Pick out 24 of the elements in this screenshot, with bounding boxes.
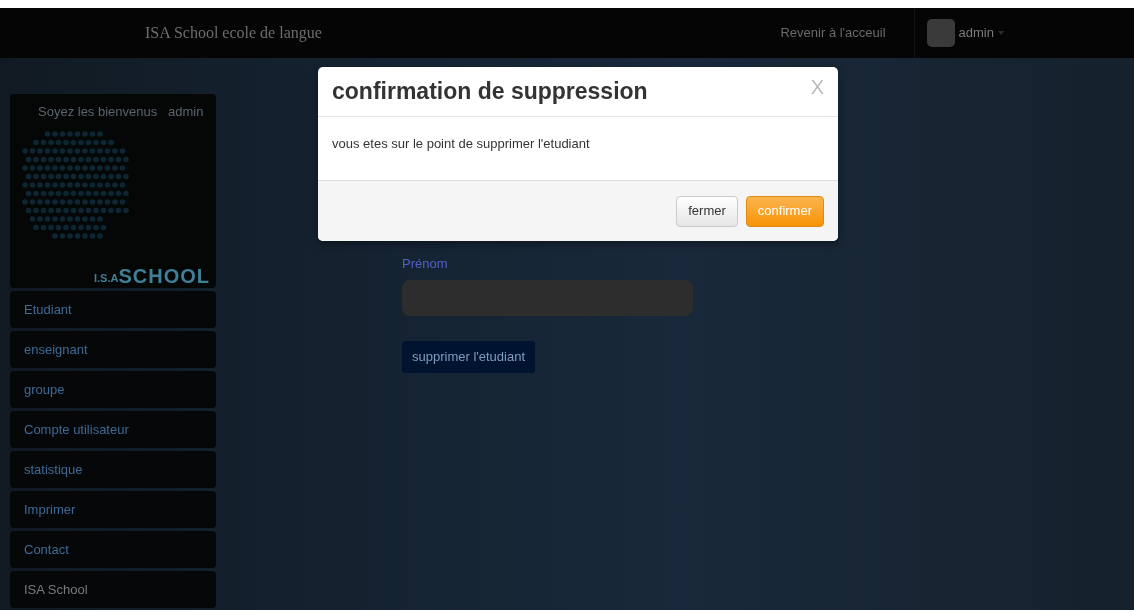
home-link[interactable]: Revenir à l'acceuil [780, 23, 886, 43]
close-button[interactable]: fermer [676, 195, 738, 227]
field-label: Prénom [402, 255, 448, 273]
sidebar-item[interactable]: enseignant [10, 331, 216, 368]
logo-text: SCHOOL [118, 266, 210, 286]
modal-message: vous etes sur le point de supprimer l'etudiant [332, 136, 590, 151]
user-menu[interactable]: admin [958, 23, 1004, 43]
delete-button[interactable]: supprimer l'etudiant [402, 340, 536, 373]
sidebar-item[interactable]: statistique [10, 451, 216, 488]
brand-title[interactable]: ISA School ecole de langue [145, 21, 322, 45]
close-button[interactable]: X [810, 77, 824, 97]
confirm-button[interactable]: confirmer [745, 195, 824, 227]
logo-small-text: I.S.A [94, 271, 119, 286]
sidebar-item[interactable]: Contact [10, 531, 216, 568]
sidebar-item[interactable]: groupe [10, 371, 216, 408]
avatar-icon [926, 19, 955, 47]
modal-title: confirmation de suppression [332, 77, 648, 106]
welcome-text: Soyez les bienvenus admin [37, 103, 205, 121]
sidebar-item[interactable]: Imprimer [10, 491, 216, 528]
sidebar-item[interactable]: Compte utilisateur [10, 411, 216, 448]
sidebar-item[interactable]: Etudiant [10, 291, 216, 328]
sidebar-item[interactable]: ISA School [10, 571, 216, 608]
caret-icon [998, 31, 1004, 35]
input-field[interactable] [402, 279, 693, 316]
